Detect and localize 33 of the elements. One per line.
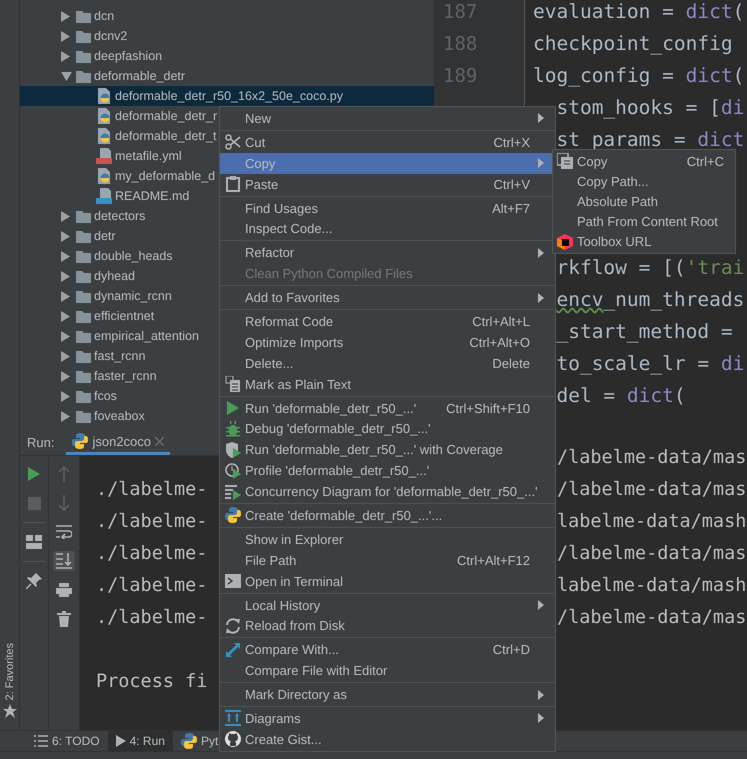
console-line: ./labelme-	[96, 575, 208, 596]
console-line: labelme-data/mash	[557, 510, 746, 534]
shortcut-label: Ctrl+Alt+L	[472, 314, 530, 329]
console-line: ./labelme-	[96, 543, 208, 564]
code-line: rkflow = [('trai	[556, 255, 744, 281]
console-line: /labelme-data/mas	[557, 542, 746, 566]
console-line: /labelme-data/mas	[557, 606, 746, 630]
shortcut-label: Ctrl+C	[686, 154, 724, 169]
shortcut-label: Ctrl+D	[492, 642, 530, 658]
console-line: /labelme-data/mas	[557, 446, 746, 470]
console-line: Process fi	[96, 671, 208, 692]
code-line: encv_num_threads	[556, 287, 744, 313]
code-line: checkpoint_config	[533, 31, 733, 57]
run-panel-label: Run:	[26, 435, 56, 450]
code-line: st_params = dict	[556, 127, 744, 153]
shortcut-label: Ctrl+Alt+O	[469, 334, 530, 350]
console-line: /labelme-data/mas	[557, 478, 746, 502]
console-line: ./labelme-	[96, 607, 208, 628]
shortcut-label: Alt+F7	[492, 200, 530, 216]
code-line: del = dict(	[556, 383, 686, 409]
code-line: stom_hooks = [di	[556, 95, 744, 121]
shortcut-label: Ctrl+Alt+F12	[457, 552, 530, 568]
console-line: ./labelme-	[96, 479, 208, 500]
shortcut-label: Delete	[492, 356, 530, 371]
console-line: labelme-data/mash	[557, 574, 746, 598]
code-line: log_config = dict(	[533, 63, 744, 89]
code-line: _start_method =	[556, 319, 733, 345]
code-line: to_scale_lr = di	[556, 351, 744, 377]
shortcut-label: Ctrl+X	[494, 134, 530, 150]
shortcut-label: Ctrl+V	[494, 176, 530, 192]
code-line: evaluation = dict(	[533, 0, 744, 25]
console-line: ./labelme-	[96, 511, 208, 532]
shortcut-label: Ctrl+Shift+F10	[446, 400, 530, 416]
